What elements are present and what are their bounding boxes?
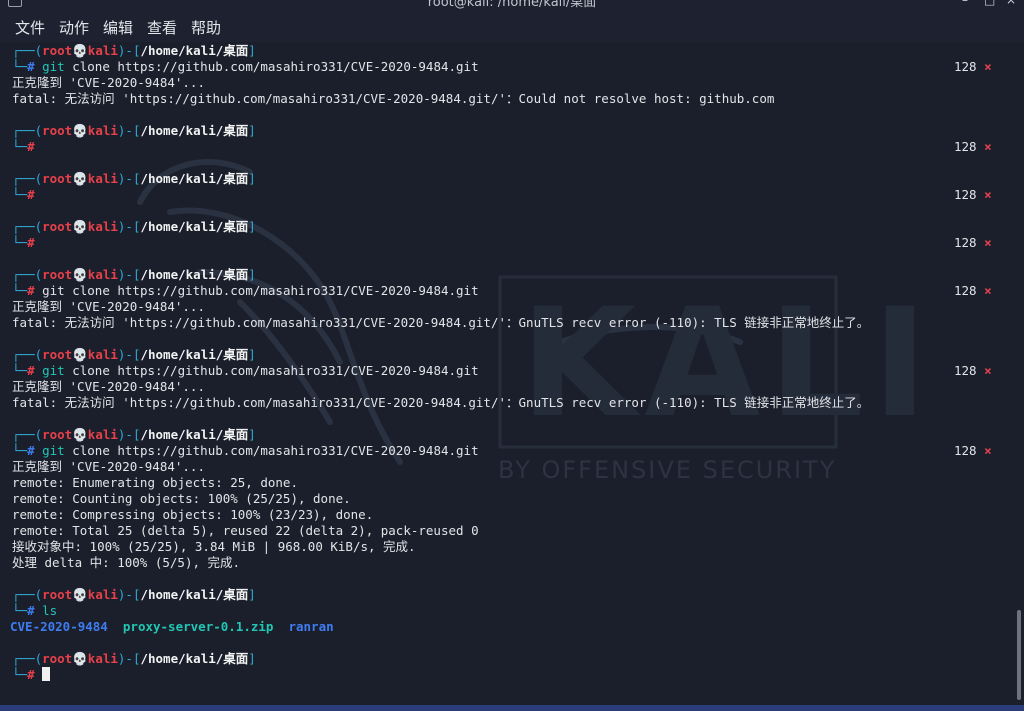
menu-bar: 文件 动作 编辑 查看 帮助	[0, 10, 1024, 42]
skull-icon: 💀	[72, 347, 88, 362]
skull-icon: 💀	[72, 427, 88, 442]
menu-actions[interactable]: 动作	[59, 17, 89, 38]
window-title: root@kali: /home/kali/桌面	[427, 0, 597, 10]
kali-logo-watermark: KALI	[520, 277, 936, 451]
command-line: └─# git clone https://github.com/masahir…	[12, 363, 479, 378]
command-args: clone https://github.com/masahiro331/CVE…	[64, 443, 479, 458]
menu-file[interactable]: 文件	[15, 17, 45, 38]
title-bar: root@kali: /home/kali/桌面 – □ ×	[0, 0, 1024, 10]
minimize-button[interactable]: –	[962, 0, 968, 7]
error-x-icon: ×	[984, 363, 992, 378]
skull-icon: 💀	[72, 123, 88, 138]
exit-status: 128 ×	[954, 139, 992, 154]
command-line: └─# ls	[12, 603, 58, 618]
command-line: └─# git clone https://github.com/masahir…	[12, 283, 479, 298]
output-line: 正克隆到 'CVE-2020-9484'...	[12, 379, 205, 394]
command-git: git	[42, 59, 65, 74]
directory-item[interactable]: ranran	[288, 619, 333, 634]
command-args: clone https://github.com/masahiro331/CVE…	[64, 363, 479, 378]
text-cursor[interactable]	[42, 667, 51, 681]
skull-icon: 💀	[72, 587, 88, 602]
command-git: git	[42, 443, 65, 458]
exit-status: 128 ×	[954, 59, 992, 74]
output-line: 处理 delta 中: 100% (5/5), 完成.	[12, 555, 241, 570]
prompt-hash: #	[27, 443, 35, 458]
output-line: remote: Enumerating objects: 25, done.	[12, 475, 298, 490]
command-line: └─#	[12, 187, 35, 202]
error-x-icon: ×	[984, 443, 992, 458]
command-line: └─#	[12, 235, 35, 250]
skull-icon: 💀	[72, 171, 88, 186]
exit-status: 128 ×	[954, 187, 992, 202]
output-line: fatal: 无法访问 'https://github.com/masahiro…	[12, 315, 870, 330]
output-line: remote: Counting objects: 100% (25/25), …	[12, 491, 351, 506]
prompt-hash: #	[27, 59, 35, 74]
command-line: └─#	[12, 139, 35, 154]
output-line: 正克隆到 'CVE-2020-9484'...	[12, 75, 205, 90]
menu-edit[interactable]: 编辑	[103, 17, 133, 38]
ls-output: CVE-2020-9484 proxy-server-0.1.zip ranra…	[10, 619, 334, 635]
directory-item[interactable]: CVE-2020-9484	[10, 619, 108, 634]
terminal-output[interactable]: KALI BY OFFENSIVE SECURITY ┌──(root💀kali…	[0, 42, 1024, 711]
error-x-icon: ×	[984, 139, 992, 154]
output-line: fatal: 无法访问 'https://github.com/masahiro…	[12, 395, 870, 410]
prompt-hash: #	[27, 283, 35, 298]
command-line: └─# git clone https://github.com/masahir…	[12, 443, 479, 458]
prompt-hash: #	[27, 363, 35, 378]
prompt-line: ┌──(root💀kali)-[/home/kali/桌面]	[12, 651, 256, 666]
error-x-icon: ×	[984, 59, 992, 74]
command-line: └─# git clone https://github.com/masahir…	[12, 59, 479, 74]
output-line: remote: Total 25 (delta 5), reused 22 (d…	[12, 523, 479, 538]
exit-status: 128 ×	[954, 283, 992, 298]
exit-status: 128 ×	[954, 235, 992, 250]
prompt-hash: #	[27, 139, 35, 154]
error-x-icon: ×	[984, 187, 992, 202]
skull-icon: 💀	[72, 651, 88, 666]
maximize-button[interactable]: □	[984, 0, 995, 7]
prompt-line: ┌──(root💀kali)-[/home/kali/桌面]	[12, 219, 256, 234]
exit-status: 128 ×	[954, 443, 992, 458]
file-item[interactable]: proxy-server-0.1.zip	[123, 619, 274, 634]
output-line: 正克隆到 'CVE-2020-9484'...	[12, 299, 205, 314]
close-button[interactable]: ×	[1006, 0, 1016, 7]
prompt-line: ┌──(root💀kali)-[/home/kali/桌面]	[12, 427, 256, 442]
prompt-host: kali	[87, 43, 118, 58]
error-x-icon: ×	[984, 235, 992, 250]
prompt-hash: #	[27, 667, 35, 682]
prompt-line: ┌──(root💀kali)-[/home/kali/桌面]	[12, 347, 256, 362]
command-ls: ls	[42, 603, 58, 618]
exit-status: 128 ×	[954, 363, 992, 378]
scrollbar-thumb[interactable]	[1017, 610, 1021, 700]
error-x-icon: ×	[984, 283, 992, 298]
prompt-line: ┌──(root💀kali)-[/home/kali/桌面]	[12, 171, 256, 186]
command-args: clone https://github.com/masahiro331/CVE…	[64, 59, 479, 74]
menu-help[interactable]: 帮助	[191, 17, 221, 38]
prompt-hash: #	[27, 603, 35, 618]
command-text: git clone https://github.com/masahiro331…	[42, 283, 479, 298]
prompt-hash: #	[27, 187, 35, 202]
prompt-line: ┌──(root💀kali)-[/home/kali/桌面]	[12, 267, 256, 282]
output-line: fatal: 无法访问 'https://github.com/masahiro…	[12, 91, 775, 106]
output-line: 接收对象中: 100% (25/25), 3.84 MiB | 968.00 K…	[12, 539, 416, 554]
prompt-line: ┌──(root💀kali)-[/home/kali/桌面]	[12, 123, 256, 138]
prompt-path: /home/kali/桌面	[140, 43, 249, 58]
output-line: 正克隆到 'CVE-2020-9484'...	[12, 459, 205, 474]
prompt-hash: #	[27, 235, 35, 250]
output-line: remote: Compressing objects: 100% (23/23…	[12, 507, 374, 522]
command-line: └─#	[12, 667, 51, 683]
prompt-corner: ┌──(	[12, 43, 43, 58]
menu-view[interactable]: 查看	[147, 17, 177, 38]
skull-icon: 💀	[72, 43, 88, 58]
skull-icon: 💀	[72, 219, 88, 234]
skull-icon: 💀	[72, 267, 88, 282]
command-git: git	[42, 363, 65, 378]
taskbar-strip	[0, 705, 1024, 711]
kali-tagline-watermark: BY OFFENSIVE SECURITY	[498, 456, 837, 484]
prompt-line: ┌──(root💀kali)-[/home/kali/桌面]	[12, 43, 256, 58]
prompt-user: root	[42, 43, 73, 58]
prompt-line: ┌──(root💀kali)-[/home/kali/桌面]	[12, 587, 256, 602]
